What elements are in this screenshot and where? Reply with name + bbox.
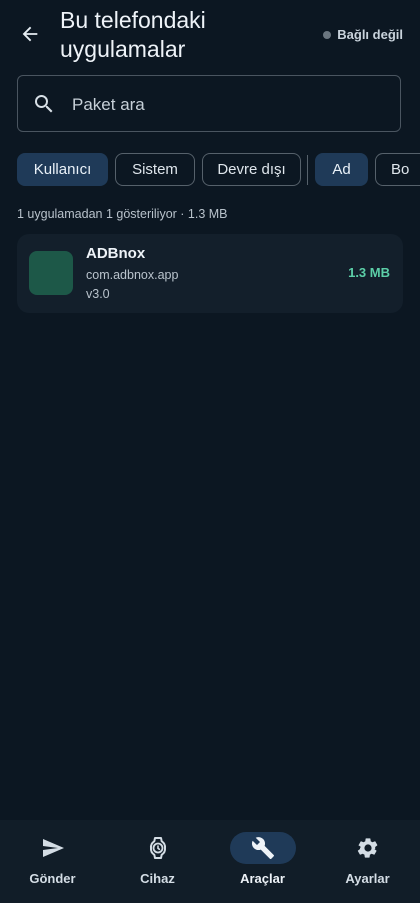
connection-status-label: Bağlı değil [337, 27, 403, 42]
nav-send-label: Gönder [29, 871, 76, 886]
chip-user[interactable]: Kullanıcı [17, 153, 108, 186]
send-icon [43, 839, 64, 857]
search-field[interactable] [17, 75, 401, 132]
app-count-summary: 1 uygulamadan 1 gösteriliyor · 1.3 MB [17, 207, 228, 221]
filter-chip-row: Kullanıcı Sistem Devre dışı Ad Bo [17, 153, 420, 187]
app-version: v3.0 [86, 287, 110, 301]
back-button[interactable] [14, 20, 46, 48]
chip-system[interactable]: Sistem [115, 153, 195, 186]
gear-icon [357, 838, 378, 858]
status-dot-icon [323, 30, 332, 39]
arrow-back-icon [22, 26, 38, 42]
app-name: ADBnox [86, 245, 146, 262]
top-app-bar: Bu telefondaki uygulamalar Bağlı değil [0, 0, 420, 70]
nav-device-label: Cihaz [140, 871, 175, 886]
search-input[interactable] [70, 88, 394, 122]
wrench-icon [251, 837, 274, 859]
app-list-item[interactable]: ADBnox com.adbnox.app v3.0 1.3 MB [17, 234, 403, 313]
nav-device-indicator [125, 832, 191, 864]
nav-tools-indicator [230, 832, 296, 864]
app-icon [29, 251, 73, 295]
nav-device[interactable]: Cihaz [105, 820, 210, 903]
nav-tools[interactable]: Araçlar [210, 820, 315, 903]
nav-send-indicator [20, 832, 86, 864]
bottom-navigation: Gönder Cihaz Araçlar Ayarlar [0, 820, 420, 903]
chip-sort-size[interactable]: Bo [375, 153, 420, 186]
nav-tools-label: Araçlar [240, 871, 285, 886]
nav-settings[interactable]: Ayarlar [315, 820, 420, 903]
nav-settings-label: Ayarlar [345, 871, 390, 886]
chip-sort-name[interactable]: Ad [315, 153, 368, 186]
nav-settings-indicator [335, 832, 401, 864]
watch-icon [149, 837, 167, 859]
chip-disabled[interactable]: Devre dışı [202, 153, 301, 186]
chip-divider [307, 155, 308, 185]
nav-send[interactable]: Gönder [0, 820, 105, 903]
app-package-name: com.adbnox.app [86, 268, 179, 282]
connection-status: Bağlı değil [323, 27, 403, 42]
search-icon [35, 95, 53, 113]
app-size: 1.3 MB [348, 265, 390, 280]
page-title: Bu telefondaki uygulamalar [60, 7, 206, 62]
